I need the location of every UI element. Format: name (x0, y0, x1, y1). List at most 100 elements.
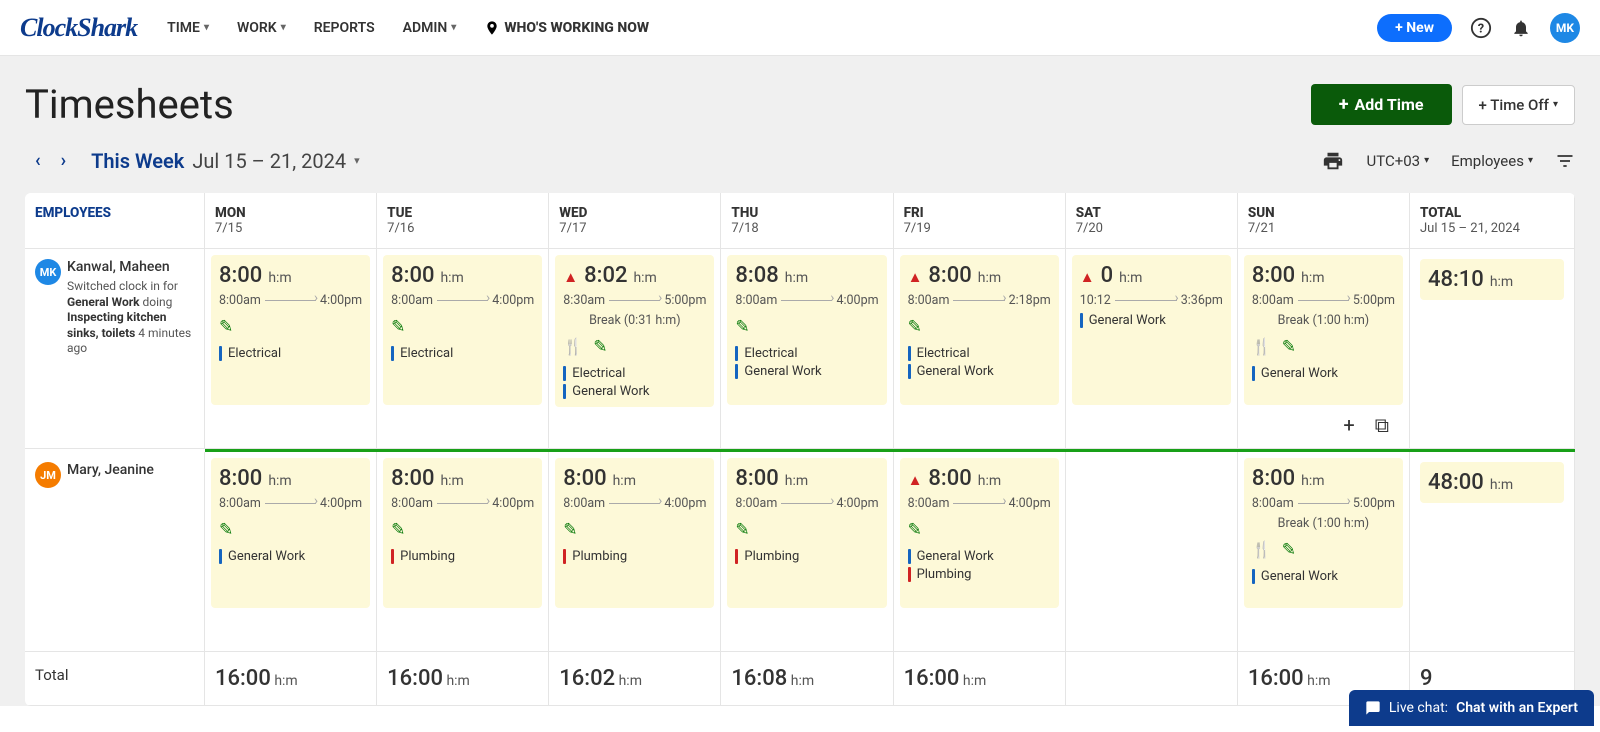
time-cell[interactable]: 8:00h:m 8:00am4:00pm ✎ Plumbing (377, 452, 549, 652)
meal-icon: 🍴 (1252, 337, 1272, 357)
time-cell[interactable]: 8:00h:m 8:00am4:00pm ✎ Electrical (205, 249, 377, 449)
edit-icon[interactable]: ✎ (908, 317, 922, 337)
print-icon (1322, 150, 1344, 172)
header-total: TOTALJul 15 – 21, 2024 (1410, 193, 1575, 249)
header-mon: MON7/15 (205, 193, 377, 249)
chat-icon (1365, 700, 1381, 716)
next-week-button[interactable]: › (51, 146, 76, 175)
header-employees: EMPLOYEES (25, 193, 205, 249)
nav-admin[interactable]: ADMIN▾ (403, 20, 457, 36)
add-entry-button[interactable]: + (1343, 413, 1354, 437)
warning-icon: ▲ (1080, 268, 1095, 286)
user-avatar[interactable]: MK (1550, 13, 1580, 43)
location-icon (484, 20, 500, 36)
time-cell[interactable]: ▲8:02h:m 8:30am5:00pm Break (0:31 h:m) 🍴… (549, 249, 721, 449)
totals-cell (1066, 652, 1238, 706)
header-fri: FRI7/19 (894, 193, 1066, 249)
edit-icon[interactable]: ✎ (908, 520, 922, 540)
notifications-icon[interactable] (1510, 17, 1532, 39)
job-tag: Electrical (908, 346, 1051, 361)
employee-name[interactable]: Kanwal, Maheen (67, 259, 194, 275)
time-cell[interactable]: 8:00h:m 8:00am5:00pm Break (1:00 h:m) 🍴✎… (1238, 249, 1410, 449)
job-tag: General Work (1080, 313, 1223, 328)
add-time-button[interactable]: + Add Time (1311, 84, 1452, 125)
copy-entry-button[interactable]: ⧉ (1375, 413, 1389, 437)
help-icon[interactable]: ? (1470, 17, 1492, 39)
edit-icon[interactable]: ✎ (735, 520, 749, 540)
time-cell[interactable]: 8:00h:m 8:00am5:00pm Break (1:00 h:m) 🍴✎… (1238, 452, 1410, 652)
employee-row: MK Kanwal, Maheen Switched clock in for … (25, 249, 205, 449)
employee-name[interactable]: Mary, Jeanine (67, 462, 154, 478)
time-cell[interactable]: 8:00h:m 8:00am4:00pm ✎ Plumbing (721, 452, 893, 652)
edit-icon[interactable]: ✎ (391, 520, 405, 540)
row-total-cell: 48:10h:m (1410, 249, 1575, 449)
employee-avatar[interactable]: MK (35, 259, 61, 285)
edit-icon[interactable]: ✎ (1282, 540, 1296, 560)
top-nav: ClockShark TIME▾ WORK▾ REPORTS ADMIN▾ WH… (0, 0, 1600, 56)
timesheet-grid: EMPLOYEES MON7/15 TUE7/16 WED7/17 THU7/1… (25, 193, 1575, 706)
employee-avatar[interactable]: JM (35, 462, 61, 488)
job-tag: General Work (735, 364, 878, 379)
viewby-dropdown[interactable]: Employees▾ (1451, 152, 1533, 170)
edit-icon[interactable]: ✎ (735, 317, 749, 337)
plus-icon: + (1339, 94, 1349, 115)
time-cell[interactable] (1066, 452, 1238, 652)
nav-whos-working-now[interactable]: WHO'S WORKING NOW (484, 20, 649, 36)
time-off-button[interactable]: + Time Off ▾ (1462, 85, 1575, 125)
row-total-cell: 48:00h:m (1410, 452, 1575, 652)
controls-bar: ‹ › This Week Jul 15 – 21, 2024 ▾ UTC+03… (25, 146, 1575, 175)
break-label: Break (1:00 h:m) (1252, 516, 1395, 531)
warning-icon: ▲ (908, 268, 923, 286)
time-cell[interactable]: 8:00h:m 8:00am4:00pm ✎ Electrical (377, 249, 549, 449)
time-cell[interactable]: ▲0h:m 10:123:36pm General Work (1066, 249, 1238, 449)
print-button[interactable] (1322, 150, 1344, 172)
job-tag: Plumbing (735, 549, 878, 564)
brand-logo[interactable]: ClockShark (20, 13, 137, 43)
job-tag: Electrical (563, 366, 706, 381)
edit-icon[interactable]: ✎ (563, 520, 577, 540)
job-tag: General Work (1252, 569, 1395, 584)
edit-icon[interactable]: ✎ (1282, 337, 1296, 357)
totals-cell: 16:00 h:m (205, 652, 377, 706)
totals-cell: 16:00 h:m (377, 652, 549, 706)
time-cell[interactable]: ▲8:00h:m 8:00am4:00pm ✎ General Work Plu… (894, 452, 1066, 652)
chat-widget[interactable]: Live chat: Chat with an Expert (1349, 690, 1594, 726)
edit-icon[interactable]: ✎ (219, 317, 233, 337)
job-tag: General Work (908, 549, 1051, 564)
job-tag: Plumbing (908, 567, 1051, 582)
header-wed: WED7/17 (549, 193, 721, 249)
top-right-controls: + New ? MK (1377, 13, 1580, 43)
date-range: Jul 15 – 21, 2024 (192, 149, 346, 173)
header-tue: TUE7/16 (377, 193, 549, 249)
title-bar: Timesheets + Add Time + Time Off ▾ (25, 81, 1575, 128)
chevron-down-icon: ▾ (204, 22, 209, 33)
job-tag: General Work (563, 384, 706, 399)
timezone-dropdown[interactable]: UTC+03▾ (1366, 152, 1429, 170)
time-cell[interactable]: 8:00h:m 8:00am4:00pm ✎ Plumbing (549, 452, 721, 652)
main-nav: TIME▾ WORK▾ REPORTS ADMIN▾ WHO'S WORKING… (167, 20, 649, 36)
filter-button[interactable] (1555, 151, 1575, 171)
job-tag: Electrical (391, 346, 534, 361)
time-cell[interactable]: 8:08h:m 8:00am4:00pm ✎ Electrical Genera… (721, 249, 893, 449)
break-label: Break (0:31 h:m) (563, 313, 706, 328)
time-cell[interactable]: ▲8:00h:m 8:00am2:18pm ✎ Electrical Gener… (894, 249, 1066, 449)
edit-icon[interactable]: ✎ (593, 337, 607, 357)
new-button[interactable]: + New (1377, 14, 1452, 42)
employee-row: JM Mary, Jeanine (25, 452, 205, 652)
edit-icon[interactable]: ✎ (391, 317, 405, 337)
job-tag: General Work (219, 549, 362, 564)
prev-week-button[interactable]: ‹ (25, 146, 51, 175)
chevron-down-icon: ▾ (451, 22, 456, 33)
week-label[interactable]: This Week (91, 149, 184, 173)
warning-icon: ▲ (908, 471, 923, 489)
nav-work[interactable]: WORK▾ (237, 20, 286, 36)
nav-reports[interactable]: REPORTS (314, 20, 375, 36)
filter-icon (1555, 151, 1575, 171)
time-cell[interactable]: 8:00h:m 8:00am4:00pm ✎ General Work (205, 452, 377, 652)
nav-time[interactable]: TIME▾ (167, 20, 209, 36)
edit-icon[interactable]: ✎ (219, 520, 233, 540)
job-tag: Electrical (219, 346, 362, 361)
totals-cell: 16:08 h:m (721, 652, 893, 706)
totals-cell: 16:02 h:m (549, 652, 721, 706)
date-picker-dropdown[interactable]: ▾ (354, 154, 360, 167)
